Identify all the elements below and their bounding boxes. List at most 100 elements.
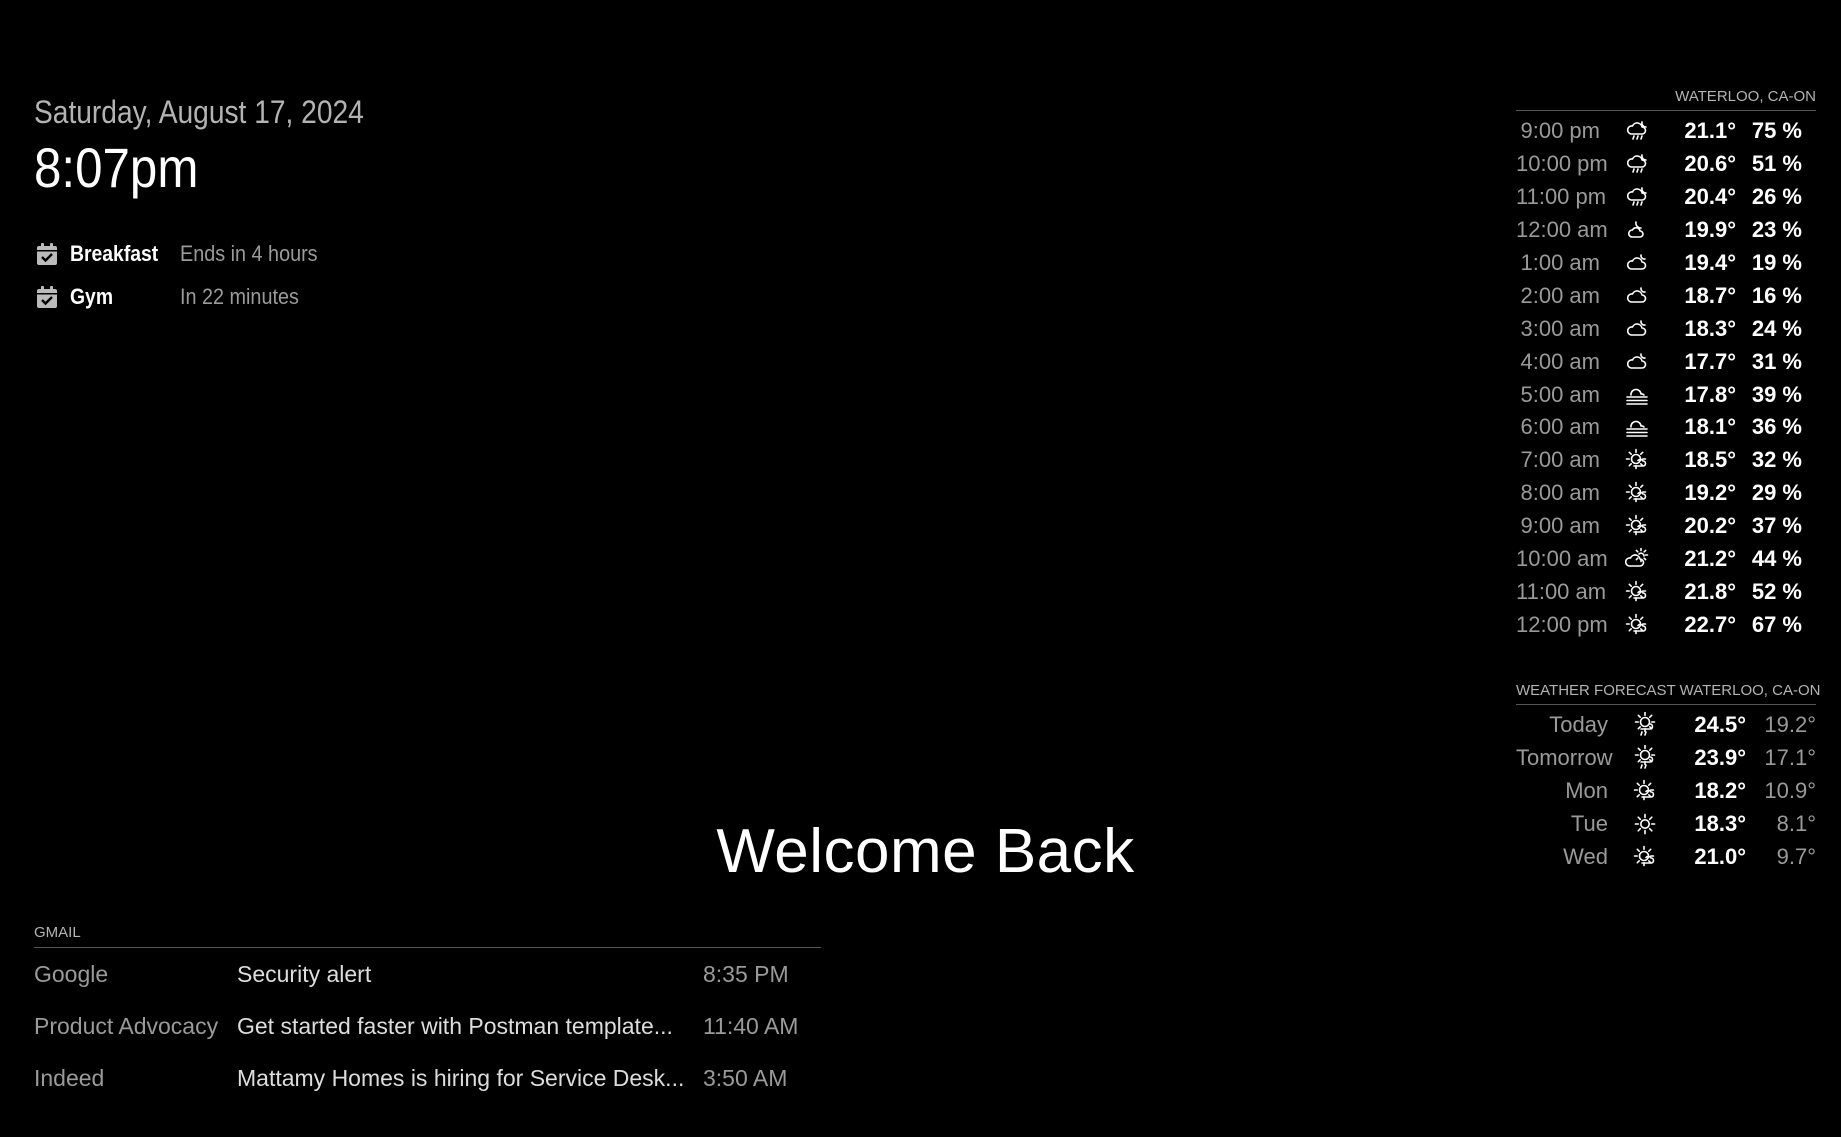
- hour-temperature: 19.2°: [1684, 480, 1736, 506]
- night-cloudy-rain-icon: [1600, 152, 1666, 176]
- forecast-max-temp: 18.3°: [1694, 811, 1746, 837]
- forecast-max-temp: 24.5°: [1694, 712, 1746, 738]
- hour-humidity: 32 %: [1751, 447, 1802, 473]
- hourly-row: 10:00 am 21.2° 44 %: [1516, 543, 1816, 576]
- weather-module: WATERLOO, CA-ON 9:00 pm 21.1° 75 % 10:00 pm…: [1516, 88, 1816, 641]
- hourly-row: 12:00 pm 22.7° 67 %: [1516, 608, 1816, 641]
- hourly-row: 12:00 am 19.9° 23 %: [1516, 214, 1816, 247]
- hour-humidity: 29 %: [1751, 480, 1802, 506]
- forecast-min-temp: 10.9°: [1764, 778, 1816, 804]
- forecast-day: Today: [1549, 712, 1608, 738]
- forecast-row: Tomorrow 23.9° 17.1°: [1516, 742, 1816, 775]
- night-cloudy-icon: [1600, 350, 1666, 374]
- mail-item[interactable]: Product Advocacy Get started faster with…: [34, 1000, 821, 1052]
- forecast-min-temp: 19.2°: [1764, 712, 1816, 738]
- forecast-header: WEATHER FORECAST WATERLOO, CA-ON: [1516, 682, 1820, 705]
- hourly-row: 10:00 pm 20.6° 51 %: [1516, 148, 1816, 181]
- day-sunny-overcast-icon: [1600, 481, 1666, 505]
- night-cloudy-icon: [1600, 317, 1666, 341]
- hour-time: 4:00 am: [1520, 348, 1601, 374]
- hour-humidity: 51 %: [1751, 151, 1802, 177]
- calendar-event: Gym In 22 minutes: [34, 275, 333, 318]
- daily-forecast-list: Today 24.5° 19.2° Tomorrow 23.9° 17.1° Mon 18.2…: [1516, 709, 1816, 873]
- hour-temperature: 21.1°: [1684, 118, 1736, 144]
- day-sunny-icon: [1608, 812, 1674, 836]
- hour-temperature: 20.4°: [1684, 184, 1736, 210]
- hour-time: 12:00 pm: [1516, 611, 1608, 637]
- hourly-row: 6:00 am 18.1° 36 %: [1516, 411, 1816, 444]
- forecast-row: Today 24.5° 19.2°: [1516, 709, 1816, 742]
- night-cloudy-rain-icon: [1600, 185, 1666, 209]
- day-sunny-overcast-icon: [1608, 845, 1674, 869]
- day-rain-icon: [1608, 712, 1674, 738]
- mail-time: 3:50 AM: [703, 1064, 788, 1091]
- mail-subject: Mattamy Homes is hiring for Service Desk…: [237, 1064, 685, 1091]
- hour-temperature: 18.7°: [1684, 282, 1736, 308]
- event-title: Breakfast: [70, 240, 159, 266]
- hour-time: 6:00 am: [1520, 414, 1601, 440]
- event-time: Ends in 4 hours: [180, 240, 318, 266]
- forecast-row: Mon 18.2° 10.9°: [1516, 775, 1816, 808]
- mail-item[interactable]: Indeed Mattamy Homes is hiring for Servi…: [34, 1052, 821, 1104]
- hour-temperature: 20.6°: [1684, 151, 1736, 177]
- hour-humidity: 26 %: [1751, 184, 1802, 210]
- forecast-row: Wed 21.0° 9.7°: [1516, 841, 1816, 874]
- day-sunny-overcast-icon: [1600, 613, 1666, 637]
- hourly-row: 3:00 am 18.3° 24 %: [1516, 312, 1816, 345]
- hourly-row: 2:00 am 18.7° 16 %: [1516, 279, 1816, 312]
- forecast-day: Mon: [1565, 778, 1608, 804]
- hour-temperature: 18.5°: [1684, 447, 1736, 473]
- forecast-day: Tue: [1570, 811, 1608, 837]
- hour-temperature: 18.3°: [1684, 315, 1736, 341]
- hourly-forecast-list: 9:00 pm 21.1° 75 % 10:00 pm 20.6° 51 % 11:00 p…: [1516, 115, 1816, 641]
- mail-item[interactable]: Google Security alert 8:35 PM: [34, 948, 821, 1000]
- forecast-min-temp: 17.1°: [1764, 745, 1816, 771]
- gmail-module: GMAIL Google Security alert 8:35 PM Prod…: [34, 924, 821, 1104]
- forecast-day: Wed: [1563, 844, 1608, 869]
- gmail-header: GMAIL: [34, 924, 821, 948]
- hour-time: 9:00 am: [1520, 513, 1601, 539]
- forecast-min-temp: 8.1°: [1776, 811, 1816, 837]
- hourly-row: 7:00 am 18.5° 32 %: [1516, 444, 1816, 477]
- calendar-module: Breakfast Ends in 4 hours Gym In 22 minu…: [34, 232, 333, 318]
- hour-time: 1:00 am: [1520, 250, 1601, 275]
- hour-humidity: 16 %: [1751, 282, 1802, 308]
- hour-time: 5:00 am: [1520, 381, 1601, 407]
- clock-date: Saturday, August 17, 2024: [34, 94, 364, 130]
- mail-sender: Google: [34, 960, 109, 987]
- hour-humidity: 23 %: [1751, 217, 1802, 243]
- forecast-min-temp: 9.7°: [1776, 844, 1816, 869]
- weather-header: WATERLOO, CA-ON: [1516, 88, 1816, 111]
- calendar-event: Breakfast Ends in 4 hours: [34, 232, 333, 275]
- hour-humidity: 67 %: [1751, 611, 1802, 637]
- hour-time: 9:00 pm: [1520, 118, 1601, 144]
- mail-time: 8:35 PM: [703, 960, 789, 987]
- hour-humidity: 44 %: [1751, 546, 1802, 572]
- hour-humidity: 52 %: [1751, 578, 1802, 604]
- hour-temperature: 21.2°: [1684, 546, 1736, 572]
- day-sunny-overcast-icon: [1600, 514, 1666, 538]
- day-cloudy-icon: [1600, 547, 1666, 571]
- hourly-row: 11:00 am 21.8° 52 %: [1516, 575, 1816, 608]
- day-sunny-overcast-icon: [1600, 580, 1666, 604]
- mail-time: 11:40 AM: [703, 1012, 799, 1039]
- day-rain-icon: [1608, 745, 1674, 771]
- hourly-row: 1:00 am 19.4° 19 %: [1516, 247, 1816, 280]
- mail-subject: Security alert: [237, 960, 372, 987]
- night-cloudy-icon: [1600, 284, 1666, 308]
- mail-subject: Get started faster with Postman template…: [237, 1012, 673, 1039]
- forecast-day: Tomorrow: [1516, 745, 1613, 771]
- hour-time: 10:00 am: [1516, 546, 1608, 572]
- hour-temperature: 20.2°: [1684, 513, 1736, 539]
- hourly-row: 9:00 pm 21.1° 75 %: [1516, 115, 1816, 148]
- hour-temperature: 17.7°: [1684, 348, 1736, 374]
- hour-time: 12:00 am: [1516, 217, 1608, 243]
- forecast-module: WEATHER FORECAST WATERLOO, CA-ON Today 24…: [1516, 682, 1820, 873]
- event-time: In 22 minutes: [180, 283, 299, 309]
- hour-humidity: 36 %: [1751, 414, 1802, 440]
- hourly-row: 11:00 pm 20.4° 26 %: [1516, 181, 1816, 214]
- hour-humidity: 37 %: [1751, 513, 1802, 539]
- night-cloudy-icon: [1600, 251, 1666, 275]
- hourly-row: 8:00 am 19.2° 29 %: [1516, 477, 1816, 510]
- clock-time: 8:07pm: [34, 136, 199, 199]
